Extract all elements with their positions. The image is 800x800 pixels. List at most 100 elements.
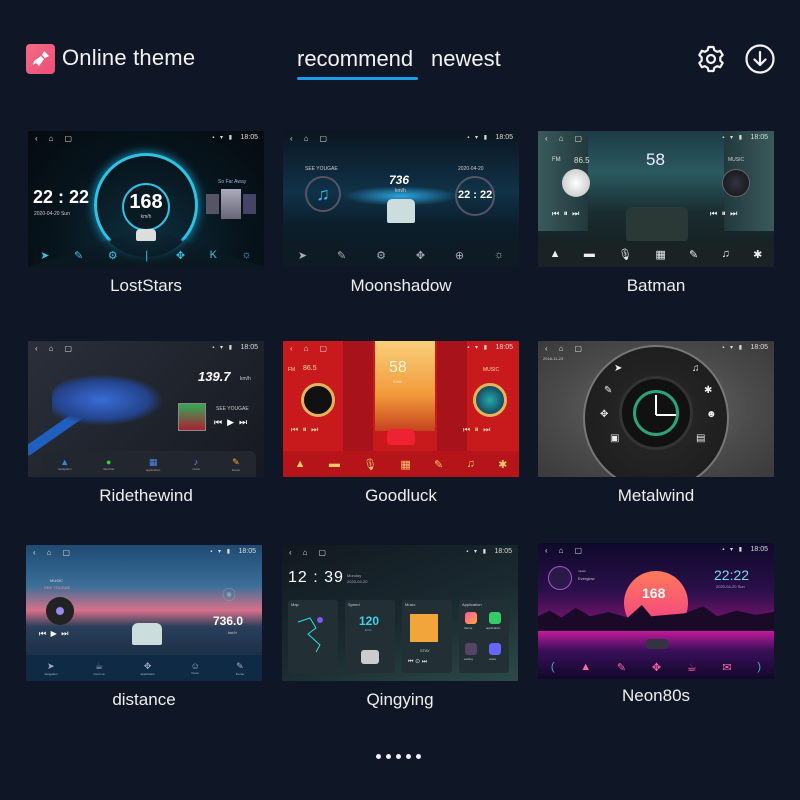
header: Online theme recommend newest [0,0,800,110]
music-label: MUSIC [728,157,745,163]
person-icon: ☻ [706,409,717,420]
box-icon: ▣ [610,433,620,444]
theme-name: Batman [626,276,686,295]
theme-preview[interactable]: ‹ ⌂ ▢ ▪ ▾ ▮ 18:05 139.7 km/h SEE YOUGAE ⏮ … [28,341,264,477]
paint-brush-icon [32,51,49,66]
preview-time: 18:05 [495,134,513,141]
radio-dial [562,169,590,197]
widget-application: Application theme application setting vi… [459,600,509,673]
theme-preview[interactable]: ‹ ⌂ ▢ ▪ ▾ ▮ 18:05 168 km/h 22 : 22 2020-04… [28,131,264,267]
theme-preview[interactable]: ‹ ⌂ ▢ ▪ ▾ ▮ 18:05 MUSIC SEE YOUGAE ⏮ ▶ ⏭ ⦿… [26,545,262,681]
theme-card-qingying[interactable]: ‹ ⌂ ▢ ▪ ▾ ▮ 18:05 12 : 39 Monday 2020-04-2… [282,545,518,709]
theme-preview[interactable]: ‹ ⌂ ▢ ▪ ▾ ▮ 18:05 music Everglow 168 22:22… [538,543,774,679]
theme-card-metalwind[interactable]: ‹ ⌂ ▢ ▪ ▾ ▮ 18:05 2018-11-23 ➤ ✎ ✥ ▣ ♫ ✱ ☻… [538,341,774,505]
preview-time: 18:05 [750,344,768,351]
sports-car [52,375,162,425]
brush-icon: ✎ [604,385,613,396]
theme-card-neon80s[interactable]: ‹ ⌂ ▢ ▪ ▾ ▮ 18:05 music Everglow 168 22:22… [538,543,774,705]
app-title: Online theme [62,45,196,70]
car [132,623,162,645]
music-label: MUSIC [50,578,63,583]
theme-preview[interactable]: ‹ ⌂ ▢ ▪ ▾ ▮ 18:05 FM 86.5 58 Km/h MUSIC ⏮ … [283,341,519,477]
theme-name: LostStars [110,276,182,295]
preview-time: 18:05 [240,344,258,351]
music-label: MUSIC [483,367,500,373]
theme-preview[interactable]: ‹ ⌂ ▢ ▪ ▾ ▮ 18:05 12 : 39 Monday 2020-04-2… [282,545,518,681]
theme-name: Qingying [366,690,434,709]
page-dot[interactable] [406,754,411,759]
gear-icon [698,45,724,73]
artist: SEE YOUGAE [44,585,71,590]
car [387,429,415,445]
tab-newest[interactable]: newest [431,46,501,72]
preview-status-bar: ‹ ⌂ ▢ ▪ ▾ ▮ 18:05 [35,134,258,143]
music-label: music [578,569,586,573]
download-button[interactable] [744,43,776,75]
theme-card-distance[interactable]: ‹ ⌂ ▢ ▪ ▾ ▮ 18:05 MUSIC SEE YOUGAE ⏮ ▶ ⏭ ⦿… [26,545,262,709]
theme-preview[interactable]: ‹ ⌂ ▢ ▪ ▾ ▮ 18:05 FM 86.5 58 MUSIC ⏮ ⏸ ⏭ ⏮… [538,131,774,267]
radio-dial [301,383,335,417]
preview-time: 18:05 [495,344,513,351]
theme-card-goodluck[interactable]: ‹ ⌂ ▢ ▪ ▾ ▮ 18:05 FM 86.5 58 Km/h MUSIC ⏮ … [283,341,519,505]
preview-time: 18:05 [240,134,258,141]
active-tab-indicator [297,77,418,80]
music-controls: ⏮ ⏸ ⏭ [463,425,491,434]
clock: 22:22 [714,567,750,583]
page-dot[interactable] [416,754,421,759]
theme-name: Neon80s [621,686,691,705]
theme-card-loststars[interactable]: ‹ ⌂ ▢ ▪ ▾ ▮ 18:05 168 km/h 22 : 22 2020-04… [28,131,264,295]
album-art [722,169,750,197]
date: 2018-11-23 [543,356,564,361]
radio-band: FM [552,157,561,163]
settings-button[interactable] [695,43,727,75]
apps-icon: ✥ [600,409,609,420]
album-art [548,566,572,590]
radio-controls: ⏮ ⏸ ⏭ [291,425,319,434]
speed-value: 139.7 [198,369,231,384]
theme-name: distance [112,690,176,709]
speed-value: 58 [646,150,665,169]
album-art [473,383,507,417]
theme-card-batman[interactable]: ‹ ⌂ ▢ ▪ ▾ ▮ 18:05 FM 86.5 58 MUSIC ⏮ ⏸ ⏭ ⏮… [538,131,774,295]
tab-recommend[interactable]: recommend [297,46,413,72]
clock-hour-hand [655,395,657,415]
page-dot[interactable] [396,754,401,759]
frequency: 86.5 [303,365,317,372]
preview-status-bar: ‹ ⌂ ▢ ▪ ▾ ▮ 18:05 [35,344,258,353]
radio-band: FM [288,367,296,373]
widget-music: Music STAY ⏮ ⊙ ⏭ [402,600,452,673]
speed-unit: km/h [395,188,406,194]
music-controls: ⏮ ▶ ⏭ [214,417,248,427]
preview-dock: ▲ navigation ● WeChat ▦ application ♪ music … [42,451,256,477]
theme-card-ridethewind[interactable]: ‹ ⌂ ▢ ▪ ▾ ▮ 18:05 139.7 km/h SEE YOUGAE ⏮ … [28,341,264,505]
preview-dock: (▲ ✎ ✥ ☕ ✉) [550,661,762,674]
preview-dock: ▲ ▬ 🎙 ▦ ✎ ♫ ✱ [283,451,519,477]
preview-dock: ➤ navigation ☕ Cool me ✥ application ☺ Kuwo … [26,655,262,681]
clock-minute-hand [656,414,676,416]
vinyl-record [46,597,74,625]
clock: 12 : 39 [288,569,344,586]
preview-dock: ➤ ✎ ⚙ ✥ ⊕ ☼ [297,249,505,262]
car [387,199,415,223]
theme-card-moonshadow[interactable]: ‹ ⌂ ▢ ▪ ▾ ▮ 18:05 SEE YOUGAE ♫ 736 km/h 20… [283,131,519,295]
send-icon: ➤ [614,363,623,374]
widget-speed: Speed 120 km/h [345,600,395,673]
music-controls: ⏮ ⏸ ⏭ [710,209,738,218]
music-note-icon: ♫ [305,176,341,212]
page-dot[interactable] [376,754,381,759]
theme-preview[interactable]: ‹ ⌂ ▢ ▪ ▾ ▮ 18:05 SEE YOUGAE ♫ 736 km/h 20… [283,131,519,267]
car [646,639,668,649]
distance-value: 736.0 [213,614,244,628]
bag-icon: ▤ [696,433,706,444]
date: 2020-04-20 [458,166,484,172]
preview-dock: ➤ ✎ ⚙ ❘ ✥ K ☼ [40,249,252,262]
theme-name: Ridethewind [99,486,193,505]
preview-status-bar: ‹ ⌂ ▢ ▪ ▾ ▮ 18:05 [33,548,256,557]
preview-status-bar: ‹ ⌂ ▢ ▪ ▾ ▮ 18:05 [545,134,768,143]
preview-status-bar: ‹ ⌂ ▢ ▪ ▾ ▮ 18:05 [545,546,768,555]
speed-value: 736 [389,173,410,187]
bluetooth-icon: ✱ [704,385,713,396]
page-dot[interactable] [386,754,391,759]
day: Monday [347,573,362,578]
theme-preview[interactable]: ‹ ⌂ ▢ ▪ ▾ ▮ 18:05 2018-11-23 ➤ ✎ ✥ ▣ ♫ ✱ ☻… [538,341,774,477]
